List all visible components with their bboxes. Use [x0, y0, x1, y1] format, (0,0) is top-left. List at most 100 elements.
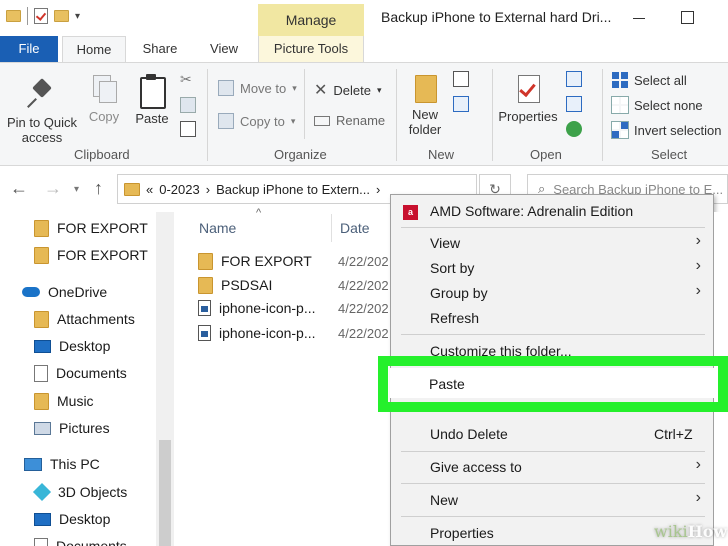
menu-item-group-by[interactable]: Group by: [430, 285, 488, 301]
pin-quick-access-button[interactable]: Pin to Quick access: [4, 77, 80, 145]
quick-access-toolbar: ▾: [6, 7, 80, 25]
divider: [602, 69, 603, 161]
back-arrow-icon[interactable]: ←: [10, 178, 28, 199]
copy-to-button[interactable]: Copy to ▾: [218, 113, 295, 129]
open-icon[interactable]: [566, 71, 582, 87]
copy-button[interactable]: Copy: [86, 73, 122, 124]
select-all-button[interactable]: Select all: [612, 72, 687, 88]
open-group-label: Open: [530, 147, 562, 162]
tab-file[interactable]: File: [0, 36, 58, 62]
maximize-button[interactable]: [676, 8, 698, 28]
pictures-icon: [34, 421, 51, 435]
folder-icon: [198, 276, 213, 294]
select-all-label: Select all: [634, 72, 687, 88]
move-to-icon: [218, 80, 234, 96]
breadcrumb-separator[interactable]: ›: [206, 182, 210, 197]
select-all-icon: [612, 72, 628, 88]
nav-item-this-pc[interactable]: This PC: [24, 452, 100, 476]
menu-item-amd-software[interactable]: AMD Software: Adrenalin Edition: [430, 203, 633, 219]
menu-item-new[interactable]: New: [430, 492, 458, 508]
copy-path-icon[interactable]: [180, 97, 196, 113]
minimize-button[interactable]: [628, 8, 650, 28]
file-date: 4/22/202: [338, 325, 389, 341]
folder-icon: [198, 252, 213, 270]
new-group-label: New: [428, 147, 455, 162]
easy-access-icon[interactable]: [453, 96, 469, 112]
properties-check-icon[interactable]: [34, 8, 48, 24]
tab-share[interactable]: Share: [134, 36, 186, 62]
select-none-button[interactable]: Select none: [611, 96, 703, 114]
folder-icon: [34, 310, 49, 328]
invert-selection-label: Invert selection: [634, 122, 722, 138]
tab-picture-tools[interactable]: Picture Tools: [258, 36, 364, 62]
edit-icon[interactable]: [566, 96, 582, 112]
column-header-name[interactable]: Name: [199, 220, 236, 236]
nav-item-for-export[interactable]: FOR EXPORT: [34, 216, 148, 240]
paste-button[interactable]: Paste: [132, 73, 172, 126]
tab-home[interactable]: Home: [62, 36, 126, 63]
image-file-icon: [198, 325, 211, 341]
select-none-label: Select none: [634, 97, 703, 113]
folder-icon: [34, 392, 49, 410]
nav-item-3d-objects[interactable]: 3D Objects: [32, 480, 127, 504]
recent-locations-icon[interactable]: ▾: [74, 184, 79, 195]
forward-arrow-icon[interactable]: →: [44, 178, 62, 199]
nav-item-attachments[interactable]: Attachments: [34, 307, 135, 331]
divider[interactable]: [331, 214, 332, 242]
menu-item-undo-delete[interactable]: Undo Delete: [430, 426, 508, 442]
menu-item-give-access[interactable]: Give access to: [430, 459, 522, 475]
rename-button[interactable]: Rename: [314, 113, 385, 128]
nav-item-label: Music: [57, 393, 94, 409]
nav-item-music[interactable]: Music: [34, 389, 94, 413]
overflow-chevron[interactable]: «: [146, 182, 153, 197]
nav-item-documents[interactable]: Documents: [34, 534, 127, 546]
file-row[interactable]: iphone-icon-p... 4/22/202: [198, 297, 389, 319]
nav-item-onedrive[interactable]: OneDrive: [22, 280, 107, 304]
breadcrumb-separator[interactable]: ›: [376, 182, 380, 197]
ribbon: Pin to Quick access Copy Paste ✂ Clipboa…: [0, 62, 728, 166]
folder-icon[interactable]: [6, 10, 21, 22]
scrollbar-thumb[interactable]: [159, 440, 171, 546]
rename-label: Rename: [336, 113, 386, 128]
new-folder-icon[interactable]: [54, 10, 69, 22]
file-row[interactable]: FOR EXPORT 4/22/202: [198, 250, 389, 272]
pin-icon: [27, 77, 57, 111]
delete-button[interactable]: ✕ Delete ▾: [314, 80, 382, 100]
invert-selection-button[interactable]: Invert selection: [611, 121, 722, 139]
file-name: iphone-icon-p...: [219, 300, 316, 316]
nav-item-desktop[interactable]: Desktop: [34, 334, 110, 358]
paste-shortcut-icon[interactable]: [180, 121, 196, 137]
menu-item-properties[interactable]: Properties: [430, 525, 494, 541]
breadcrumb-item[interactable]: Backup iPhone to Extern...: [216, 182, 370, 197]
properties-button[interactable]: Properties: [498, 73, 558, 124]
new-item-icon[interactable]: [453, 71, 469, 87]
nav-item-label: FOR EXPORT: [57, 220, 148, 236]
menu-item-sort-by[interactable]: Sort by: [430, 260, 474, 276]
nav-item-for-export[interactable]: FOR EXPORT: [34, 243, 148, 267]
breadcrumb-item[interactable]: 0-2023: [159, 182, 199, 197]
file-row[interactable]: iphone-icon-p... 4/22/202: [198, 322, 389, 344]
new-folder-button[interactable]: New folder: [404, 73, 446, 137]
menu-item-refresh[interactable]: Refresh: [430, 310, 479, 326]
nav-item-label: FOR EXPORT: [57, 247, 148, 263]
move-to-button[interactable]: Move to ▾: [218, 80, 297, 96]
select-group-label: Select: [651, 147, 688, 162]
nav-item-desktop[interactable]: Desktop: [34, 507, 110, 531]
history-icon[interactable]: [566, 121, 582, 137]
navigation-pane: FOR EXPORT FOR EXPORT OneDrive Attachmen…: [0, 212, 176, 546]
file-name: iphone-icon-p...: [219, 325, 316, 341]
tab-view[interactable]: View: [200, 36, 248, 62]
up-arrow-icon[interactable]: ↑: [94, 178, 103, 199]
nav-item-documents[interactable]: Documents: [34, 361, 127, 385]
folder-icon: [124, 182, 140, 196]
chevron-right-icon: ›: [695, 489, 701, 506]
customize-toolbar-icon[interactable]: ▾: [75, 11, 80, 22]
manage-context-tab[interactable]: Manage: [258, 4, 364, 36]
column-header-date[interactable]: Date: [340, 220, 370, 236]
menu-item-view[interactable]: View: [430, 235, 460, 251]
new-folder-label: New folder: [408, 107, 442, 137]
divider: [492, 69, 493, 161]
nav-item-pictures[interactable]: Pictures: [34, 416, 110, 440]
file-row[interactable]: PSDSAI 4/22/202: [198, 274, 389, 296]
cut-icon[interactable]: ✂: [180, 71, 196, 87]
